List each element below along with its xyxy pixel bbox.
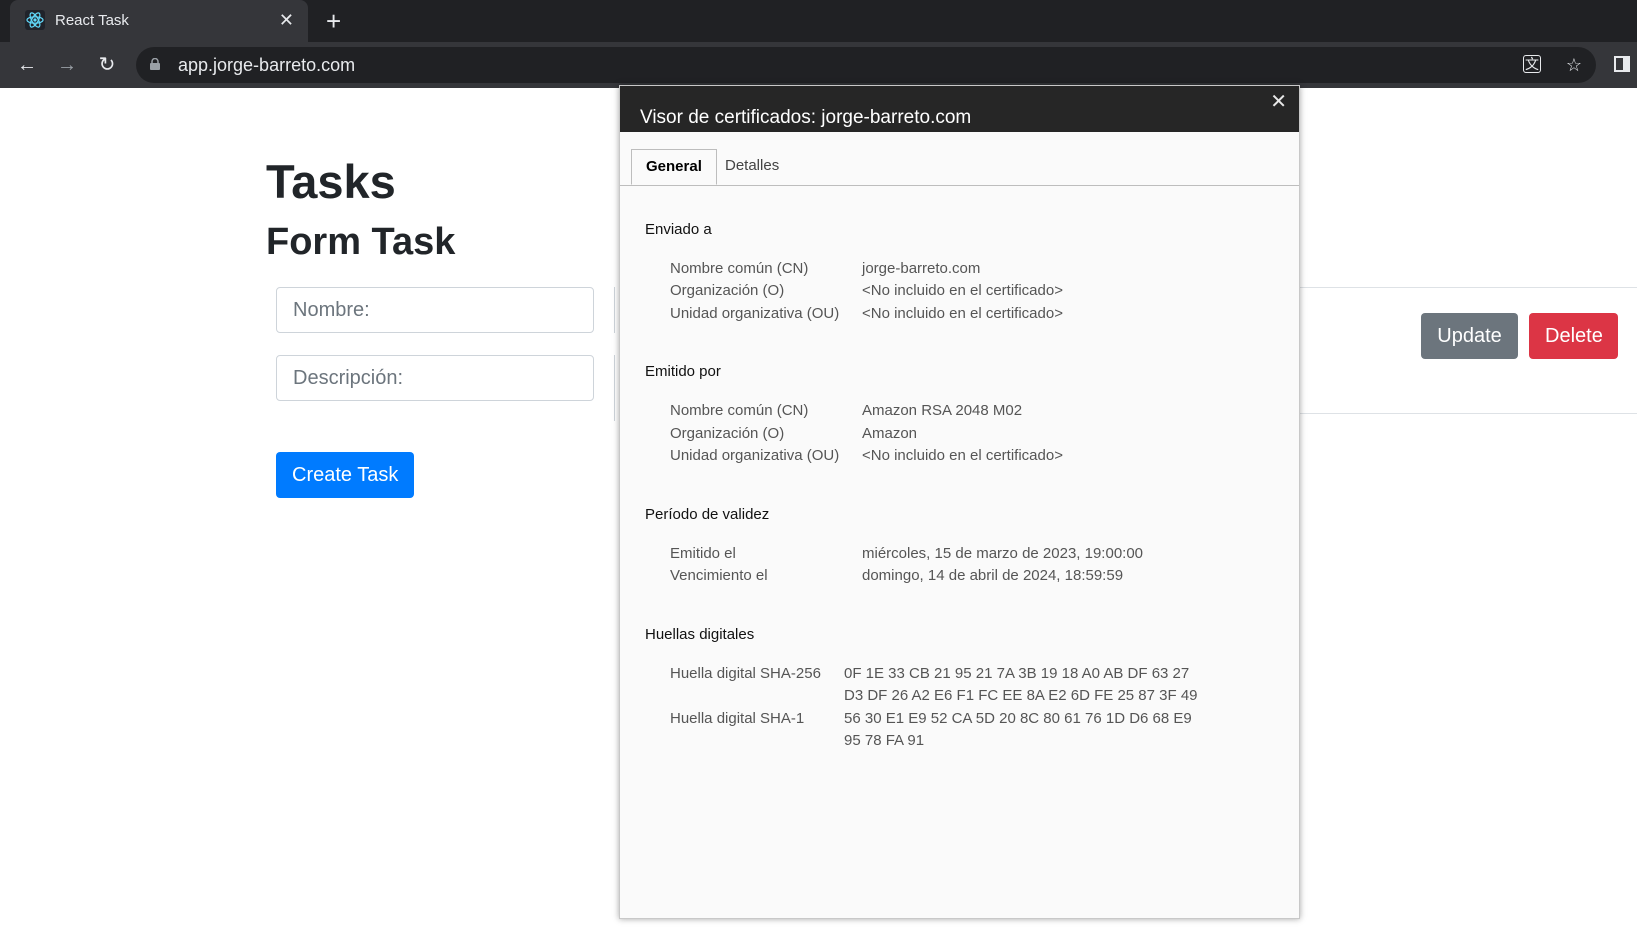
- browser-tabstrip: React Task ✕ +: [0, 0, 1637, 42]
- field-value: domingo, 14 de abril de 2024, 18:59:59: [862, 567, 1124, 584]
- field-value: jorge-barreto.com: [862, 260, 981, 277]
- field-value: <No incluido en el certificado>: [862, 282, 1063, 299]
- dialog-header: Visor de certificados: jorge-barreto.com…: [620, 86, 1299, 132]
- forward-icon[interactable]: →: [53, 51, 81, 79]
- dialog-title: Visor de certificados: jorge-barreto.com: [640, 107, 972, 128]
- create-task-button[interactable]: Create Task: [276, 452, 415, 498]
- close-icon[interactable]: ✕: [1270, 90, 1287, 114]
- field-label: Nombre común (CN): [670, 402, 809, 419]
- fingerprints-heading: Huellas digitales: [645, 626, 755, 643]
- dialog-tabs: General Detalles: [620, 149, 1299, 186]
- back-icon[interactable]: ←: [13, 51, 41, 79]
- task-row-divider: [1300, 287, 1637, 288]
- side-panel-icon[interactable]: [1614, 56, 1630, 72]
- address-bar[interactable]: app.jorge-barreto.com 文 ☆: [136, 47, 1596, 83]
- form-title: Form Task: [266, 221, 456, 263]
- field-label: Nombre común (CN): [670, 260, 809, 277]
- field-value: <No incluido en el certificado>: [862, 447, 1063, 464]
- sha256-value-line: 0F 1E 33 CB 21 95 21 7A 3B 19 18 A0 AB D…: [844, 665, 1190, 682]
- tab-close-icon[interactable]: ✕: [279, 9, 294, 31]
- field-label: Huella digital SHA-256: [670, 665, 821, 682]
- field-value: Amazon RSA 2048 M02: [862, 402, 1023, 419]
- field-value: <No incluido en el certificado>: [862, 305, 1063, 322]
- field-value: miércoles, 15 de marzo de 2023, 19:00:00: [862, 545, 1144, 562]
- field-label: Organización (O): [670, 425, 785, 442]
- browser-tab[interactable]: React Task ✕: [10, 0, 308, 42]
- new-tab-button[interactable]: +: [326, 6, 341, 36]
- task-row-divider: [1300, 413, 1637, 414]
- sha1-value-line: 95 78 FA 91: [844, 732, 925, 749]
- certificate-viewer-dialog: Visor de certificados: jorge-barreto.com…: [619, 85, 1300, 919]
- issued-by-heading: Emitido por: [645, 363, 721, 380]
- tab-details[interactable]: Detalles: [711, 149, 793, 185]
- lock-icon[interactable]: [150, 58, 160, 70]
- field-label: Vencimiento el: [670, 567, 768, 584]
- tab-general[interactable]: General: [631, 149, 717, 185]
- field-label: Unidad organizativa (OU): [670, 305, 840, 322]
- field-label: Unidad organizativa (OU): [670, 447, 840, 464]
- validity-heading: Período de validez: [645, 506, 770, 523]
- bookmark-star-icon[interactable]: ☆: [1564, 55, 1584, 75]
- field-label: Organización (O): [670, 282, 785, 299]
- reload-icon[interactable]: ↻: [93, 51, 121, 79]
- sha1-value-line: 56 30 E1 E9 52 CA 5D 20 8C 80 61 76 1D D…: [844, 710, 1192, 727]
- name-input[interactable]: [276, 287, 594, 333]
- translate-icon[interactable]: 文: [1523, 55, 1541, 73]
- browser-toolbar: ← → ↻ app.jorge-barreto.com 文 ☆: [0, 42, 1637, 88]
- field-label: Huella digital SHA-1: [670, 710, 805, 727]
- description-input[interactable]: [276, 355, 594, 401]
- sha256-value-line: D3 DF 26 A2 E6 F1 FC EE 8A E2 6D FE 25 8…: [844, 687, 1198, 704]
- field-value: Amazon: [862, 425, 918, 442]
- delete-button[interactable]: Delete: [1529, 313, 1618, 359]
- field-label: Emitido el: [670, 545, 736, 562]
- update-button[interactable]: Update: [1421, 313, 1518, 359]
- url-text: app.jorge-barreto.com: [178, 55, 356, 75]
- tab-title: React Task: [55, 12, 129, 29]
- react-logo-icon: [25, 10, 45, 30]
- issued-to-heading: Enviado a: [645, 221, 712, 238]
- page-title: Tasks: [266, 155, 396, 208]
